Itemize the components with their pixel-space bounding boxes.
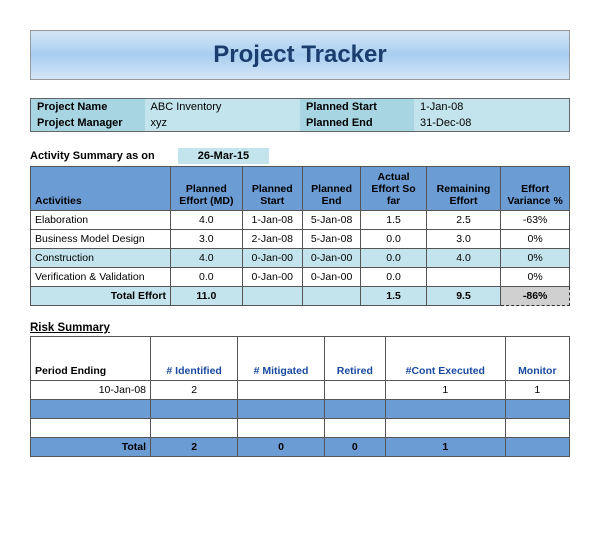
col-retired: Retired bbox=[324, 337, 385, 381]
activity-summary-heading: Activity Summary as on bbox=[30, 150, 155, 162]
cell-period: 10-Jan-08 bbox=[31, 381, 151, 400]
project-manager-label: Project Manager bbox=[31, 115, 145, 132]
cell-ps: 0-Jan-00 bbox=[242, 249, 302, 268]
activity-total-row: Total Effort 11.0 1.5 9.5 -86% bbox=[31, 287, 570, 306]
col-cont: #Cont Executed bbox=[385, 337, 505, 381]
planned-start-value: 1-Jan-08 bbox=[414, 99, 570, 116]
cell-ps: 1-Jan-08 bbox=[242, 211, 302, 230]
cell-cont: 1 bbox=[385, 381, 505, 400]
activity-summary-date: 26-Mar-15 bbox=[178, 148, 269, 164]
cell-pe: 4.0 bbox=[171, 211, 243, 230]
risk-header-row: Period Ending # Identified # Mitigated R… bbox=[31, 337, 570, 381]
risk-empty-row bbox=[31, 400, 570, 419]
cell-re: 4.0 bbox=[426, 249, 501, 268]
col-identified: # Identified bbox=[151, 337, 238, 381]
activity-header-row: Activities Planned Effort (MD) Planned S… bbox=[31, 167, 570, 211]
project-manager-value: xyz bbox=[145, 115, 300, 132]
activity-row: Elaboration 4.0 1-Jan-08 5-Jan-08 1.5 2.… bbox=[31, 211, 570, 230]
cell-ae: 1.5 bbox=[361, 211, 426, 230]
cell-ret bbox=[324, 381, 385, 400]
risk-total-cont: 1 bbox=[385, 438, 505, 457]
cell-mon: 1 bbox=[505, 381, 569, 400]
risk-total-label: Total bbox=[31, 438, 151, 457]
title-band: Project Tracker bbox=[30, 30, 570, 80]
cell-ev: 0% bbox=[501, 230, 570, 249]
risk-total-mon bbox=[505, 438, 569, 457]
risk-total-mit: 0 bbox=[238, 438, 324, 457]
activity-summary-heading-row: Activity Summary as on 26-Mar-15 bbox=[30, 148, 570, 164]
risk-row: 10-Jan-08 2 1 1 bbox=[31, 381, 570, 400]
cell-re: 3.0 bbox=[426, 230, 501, 249]
cell-pend: 0-Jan-00 bbox=[302, 268, 361, 287]
col-mitigated: # Mitigated bbox=[238, 337, 324, 381]
cell-mit bbox=[238, 381, 324, 400]
cell-ev: 0% bbox=[501, 249, 570, 268]
planned-end-value: 31-Dec-08 bbox=[414, 115, 570, 132]
col-monitor: Monitor bbox=[505, 337, 569, 381]
cell-ps: 0-Jan-00 bbox=[242, 268, 302, 287]
total-ev: -86% bbox=[501, 287, 570, 306]
cell-activity: Business Model Design bbox=[31, 230, 171, 249]
planned-start-label: Planned Start bbox=[300, 99, 414, 116]
cell-ae: 0.0 bbox=[361, 249, 426, 268]
col-planned-end: Planned End bbox=[302, 167, 361, 211]
cell-activity: Elaboration bbox=[31, 211, 171, 230]
cell-blank bbox=[31, 419, 151, 438]
cell-re bbox=[426, 268, 501, 287]
cell-blank bbox=[31, 400, 151, 419]
risk-total-id: 2 bbox=[151, 438, 238, 457]
total-re: 9.5 bbox=[426, 287, 501, 306]
cell-ae: 0.0 bbox=[361, 268, 426, 287]
project-name-value: ABC Inventory bbox=[145, 99, 300, 116]
col-period: Period Ending bbox=[31, 337, 151, 381]
cell-ev: 0% bbox=[501, 268, 570, 287]
col-planned-start: Planned Start bbox=[242, 167, 302, 211]
cell-pe: 3.0 bbox=[171, 230, 243, 249]
cell-re: 2.5 bbox=[426, 211, 501, 230]
risk-empty-row bbox=[31, 419, 570, 438]
cell-ev: -63% bbox=[501, 211, 570, 230]
cell-pend: 5-Jan-08 bbox=[302, 230, 361, 249]
risk-summary-heading: Risk Summary bbox=[30, 322, 570, 334]
total-pe: 11.0 bbox=[171, 287, 243, 306]
risk-total-ret: 0 bbox=[324, 438, 385, 457]
total-ae: 1.5 bbox=[361, 287, 426, 306]
cell-pend: 0-Jan-00 bbox=[302, 249, 361, 268]
risk-total-row: Total 2 0 0 1 bbox=[31, 438, 570, 457]
page-title: Project Tracker bbox=[213, 41, 386, 68]
cell-pe: 0.0 bbox=[171, 268, 243, 287]
cell-ps: 2-Jan-08 bbox=[242, 230, 302, 249]
activity-row: Verification & Validation 0.0 0-Jan-00 0… bbox=[31, 268, 570, 287]
cell-pe: 4.0 bbox=[171, 249, 243, 268]
col-remaining: Remaining Effort bbox=[426, 167, 501, 211]
col-planned-effort: Planned Effort (MD) bbox=[171, 167, 243, 211]
activity-table: Activities Planned Effort (MD) Planned S… bbox=[30, 166, 570, 306]
total-blank bbox=[242, 287, 302, 306]
cell-activity: Construction bbox=[31, 249, 171, 268]
project-info-box: Project Name ABC Inventory Planned Start… bbox=[30, 98, 570, 132]
risk-table: Period Ending # Identified # Mitigated R… bbox=[30, 336, 570, 457]
cell-pend: 5-Jan-08 bbox=[302, 211, 361, 230]
total-blank bbox=[302, 287, 361, 306]
col-variance: Effort Variance % bbox=[501, 167, 570, 211]
project-name-label: Project Name bbox=[31, 99, 145, 116]
cell-id: 2 bbox=[151, 381, 238, 400]
activity-row: Business Model Design 3.0 2-Jan-08 5-Jan… bbox=[31, 230, 570, 249]
total-label: Total Effort bbox=[31, 287, 171, 306]
planned-end-label: Planned End bbox=[300, 115, 414, 132]
activity-row: Construction 4.0 0-Jan-00 0-Jan-00 0.0 4… bbox=[31, 249, 570, 268]
cell-ae: 0.0 bbox=[361, 230, 426, 249]
col-activities: Activities bbox=[31, 167, 171, 211]
cell-activity: Verification & Validation bbox=[31, 268, 171, 287]
col-actual-effort: Actual Effort So far bbox=[361, 167, 426, 211]
